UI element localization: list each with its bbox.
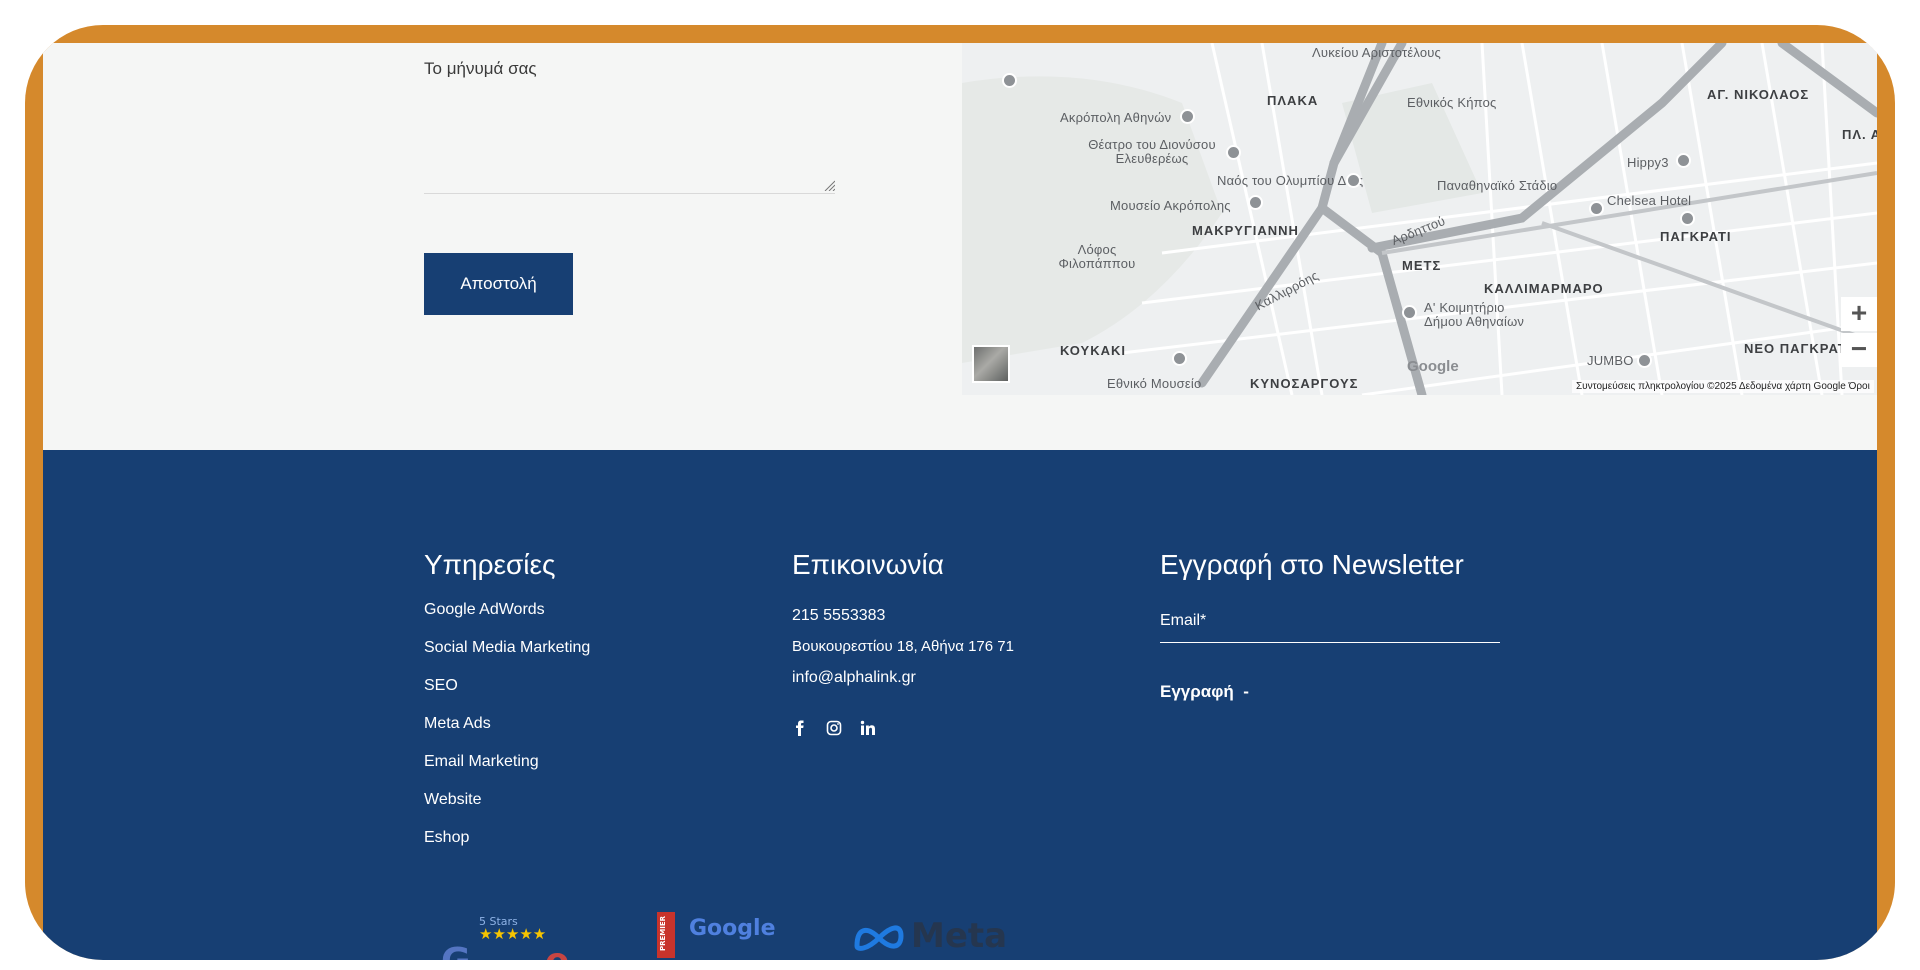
meta-partner-badge: Meta	[853, 916, 1013, 960]
map-label: Παναθηναϊκό Στάδιο	[1437, 178, 1558, 193]
service-link-meta-ads[interactable]: Meta Ads	[424, 715, 491, 733]
map-label: JUMBO	[1587, 353, 1634, 368]
map-poi-icon[interactable]	[1676, 153, 1691, 168]
map-label: ΠΛΑΚΑ	[1267, 93, 1319, 108]
map-poi-icon[interactable]	[1180, 109, 1195, 124]
email-link[interactable]: info@alphalink.gr	[792, 669, 916, 687]
facebook-icon[interactable]	[792, 720, 808, 736]
stars-icon: ★★★★★	[479, 925, 547, 943]
map-poi-icon[interactable]	[1680, 211, 1695, 226]
service-link-social-media[interactable]: Social Media Marketing	[424, 639, 590, 657]
meta-wordmark: Meta	[911, 916, 1008, 956]
map-label: ΜΕΤΣ	[1402, 258, 1442, 273]
map-label: Ακρόπολη Αθηνών	[1060, 110, 1172, 125]
map-label: Hippy3	[1627, 155, 1669, 170]
service-link-seo[interactable]: SEO	[424, 677, 458, 695]
page-viewport: Το μήνυμά σας Αποστολή Λυκείου Αριστοτέλ…	[43, 43, 1877, 960]
map-poi-icon[interactable]	[1402, 305, 1417, 320]
linkedin-icon[interactable]	[860, 720, 876, 736]
map-label: Λυκείου Αριστοτέλους	[1312, 45, 1442, 60]
google-partner-wordmark: Google	[689, 916, 776, 941]
map-poi-icon[interactable]	[1172, 351, 1187, 366]
resize-grip-icon[interactable]	[823, 179, 835, 191]
newsletter-submit-button[interactable]: Εγγραφή -	[1160, 682, 1249, 702]
map-label: ΜΑΚΡΥΓΙΑΝΝΗ	[1192, 223, 1299, 238]
map-label: Chelsea Hotel	[1607, 193, 1692, 208]
map-layer-toggle[interactable]	[972, 345, 1010, 383]
services-title: Υπηρεσίες	[424, 549, 556, 580]
contact-title: Επικοινωνία	[792, 549, 944, 580]
zoom-in-button[interactable]: +	[1841, 297, 1877, 331]
map-label: ΝΕΟ ΠΑΓΚΡΑΤ	[1744, 341, 1847, 356]
newsletter-email-label: Email*	[1160, 612, 1207, 629]
map-credits[interactable]: Συντομεύσεις πληκτρολογίου ©2025 Δεδομέν…	[1572, 380, 1874, 393]
site-footer: Υπηρεσίες Google AdWords Social Media Ma…	[43, 450, 1877, 960]
zoom-out-button[interactable]: −	[1841, 333, 1877, 367]
newsletter-title: Εγγραφή στο Newsletter	[1160, 549, 1464, 580]
service-link-email-marketing[interactable]: Email Marketing	[424, 753, 539, 771]
service-link-google-adwords[interactable]: Google AdWords	[424, 601, 545, 619]
map-label: ΑΓ. ΝΙΚΟΛΑΟΣ	[1707, 87, 1810, 102]
google-5-stars-badge: 5 Stars ★★★★★ G e	[441, 915, 591, 960]
premier-tag: PREMIER	[657, 912, 675, 958]
premier-tag-text: PREMIER	[659, 916, 667, 952]
address-text: Βουκουρεστίου 18, Αθήνα 176 71	[792, 638, 1014, 655]
map-poi-icon[interactable]	[1346, 173, 1361, 188]
map-label: ΠΑΓΚΡΑΤΙ	[1660, 229, 1732, 244]
map-label: ΚΥΝΟΣΑΡΓΟΥΣ	[1250, 376, 1359, 391]
map-label: Λόφος Φιλοπάππου	[1058, 242, 1136, 271]
map-poi-icon[interactable]	[1637, 353, 1652, 368]
service-link-website[interactable]: Website	[424, 791, 482, 809]
message-textarea[interactable]	[424, 91, 835, 194]
newsletter-email-field[interactable]: Email*	[1160, 608, 1500, 644]
google-map[interactable]: Λυκείου Αριστοτέλους ΠΛΑΚΑ Εθνικός Κήπος…	[962, 43, 1877, 395]
meta-logo-icon	[854, 925, 904, 951]
map-poi-icon[interactable]	[1226, 145, 1241, 160]
phone-link[interactable]: 215 5553383	[792, 607, 885, 625]
map-label: ΚΑΛΛΙΜΑΡΜΑΡΟ	[1484, 281, 1604, 296]
message-label: Το μήνυμά σας	[424, 59, 537, 78]
instagram-icon[interactable]	[826, 720, 842, 736]
map-poi-icon[interactable]	[1589, 201, 1604, 216]
map-label: Μουσείο Ακρόπολης	[1110, 198, 1231, 213]
map-label: ΚΟΥΚΑΚΙ	[1060, 343, 1126, 358]
send-button[interactable]: Αποστολή	[424, 253, 573, 315]
google-wordmark: G	[441, 941, 471, 960]
map-label: Ναός του Ολυμπίου Διός	[1217, 173, 1364, 188]
map-label: Εθνικό Μουσείο	[1107, 376, 1202, 391]
google-premier-partner-badge: PREMIER Google	[657, 912, 777, 960]
map-poi-icon[interactable]	[1002, 73, 1017, 88]
map-label: Α' Κοιμητήριο Δήμου Αθηναίων	[1424, 300, 1525, 329]
map-label: Θέατρο του Διονύσου Ελευθερέως	[1088, 137, 1216, 166]
google-wordmark-tail: e	[545, 941, 569, 960]
service-link-eshop[interactable]: Eshop	[424, 829, 469, 847]
device-frame: Το μήνυμά σας Αποστολή Λυκείου Αριστοτέλ…	[25, 25, 1895, 960]
newsletter-underline	[1160, 642, 1500, 643]
map-poi-icon[interactable]	[1248, 195, 1263, 210]
google-logo: Google	[1407, 358, 1459, 375]
map-label: ΠΛ. Α	[1842, 127, 1877, 142]
map-label: Εθνικός Κήπος	[1407, 95, 1497, 110]
